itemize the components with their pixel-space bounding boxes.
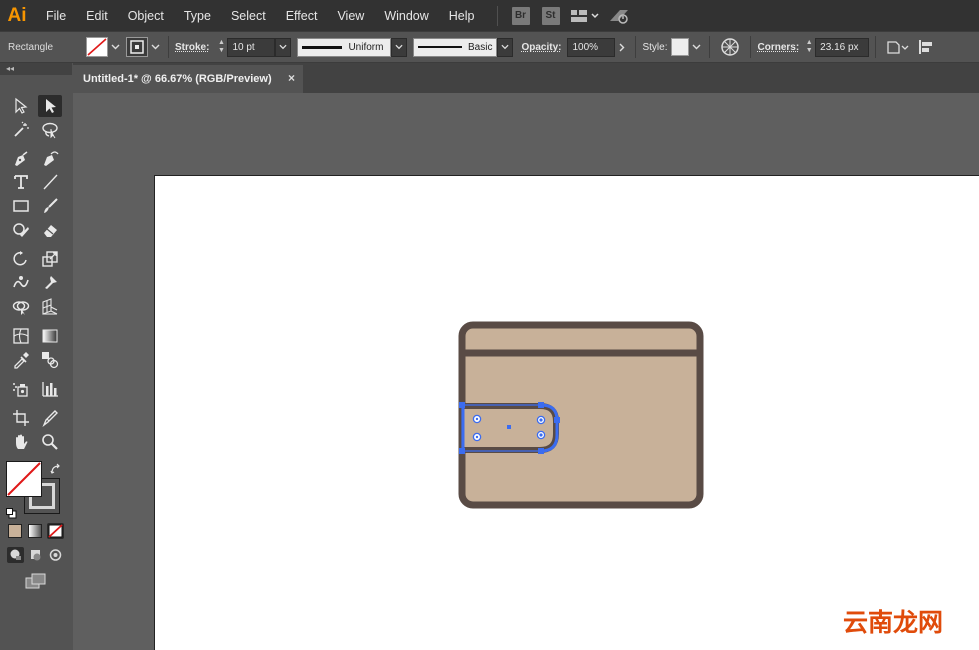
style-label: Style: bbox=[642, 41, 668, 53]
menu-file[interactable]: File bbox=[34, 9, 76, 23]
opacity-arrow-icon[interactable] bbox=[615, 37, 629, 57]
transform-icon[interactable] bbox=[886, 39, 910, 55]
stock-button[interactable]: St bbox=[541, 6, 560, 25]
screen-mode-icon[interactable] bbox=[24, 572, 48, 590]
control-divider bbox=[875, 36, 877, 58]
menu-window[interactable]: Window bbox=[374, 9, 438, 23]
gpu-performance-icon[interactable] bbox=[608, 7, 632, 25]
workspace-switcher-icon[interactable] bbox=[570, 9, 600, 23]
control-bar: Rectangle Stroke: ▲ ▼ 10 pt Uniform Basic… bbox=[0, 31, 979, 63]
line-segment-tool-icon[interactable] bbox=[38, 171, 62, 193]
control-divider bbox=[709, 36, 711, 58]
shaper-tool-icon[interactable] bbox=[9, 219, 33, 241]
app-logo: Ai bbox=[7, 4, 27, 26]
document-tab-bar: Untitled-1* @ 66.67% (RGB/Preview) × bbox=[73, 63, 979, 93]
pen-tool-icon[interactable] bbox=[9, 148, 33, 170]
slice-tool-icon[interactable] bbox=[38, 407, 62, 429]
shape-builder-tool-icon[interactable] bbox=[9, 296, 33, 318]
corners-spinner[interactable]: ▲ ▼ bbox=[803, 38, 815, 57]
default-fill-stroke-icon[interactable] bbox=[6, 504, 17, 519]
panel-collapse-icon[interactable]: ◂◂ bbox=[0, 63, 72, 75]
none-mode-button[interactable] bbox=[47, 523, 64, 539]
gradient-mode-button[interactable] bbox=[28, 524, 42, 538]
stroke-weight-spinner[interactable]: ▲ ▼ bbox=[215, 38, 227, 57]
artboard[interactable] bbox=[154, 175, 979, 650]
brush-dropdown[interactable] bbox=[497, 37, 514, 57]
warp-tool-icon[interactable] bbox=[9, 272, 33, 294]
paintbrush-tool-icon[interactable] bbox=[38, 195, 62, 217]
rotate-tool-icon[interactable] bbox=[9, 248, 33, 270]
style-dropdown-chevron-icon[interactable] bbox=[689, 37, 703, 57]
watermark-text: 云南龙网 bbox=[843, 608, 944, 637]
opacity-field[interactable]: 100% bbox=[567, 37, 616, 57]
brush-label: Basic bbox=[468, 41, 493, 53]
lasso-tool-icon[interactable] bbox=[38, 119, 62, 141]
menu-edit[interactable]: Edit bbox=[76, 9, 118, 23]
control-divider bbox=[635, 36, 637, 58]
corners-field[interactable]: 23.16 px bbox=[815, 37, 870, 57]
control-divider bbox=[750, 36, 752, 58]
menu-effect[interactable]: Effect bbox=[276, 9, 328, 23]
stroke-dropdown-chevron-icon[interactable] bbox=[148, 37, 162, 57]
bridge-button[interactable]: Br bbox=[511, 6, 530, 25]
gradient-tool-icon[interactable] bbox=[38, 325, 62, 347]
swap-fill-stroke-icon[interactable] bbox=[50, 460, 62, 474]
align-icon[interactable] bbox=[918, 39, 936, 55]
direct-selection-tool-icon[interactable] bbox=[38, 95, 62, 117]
curvature-tool-icon[interactable] bbox=[38, 148, 62, 170]
menu-separator bbox=[496, 5, 498, 26]
mesh-tool-icon[interactable] bbox=[9, 325, 33, 347]
menu-view[interactable]: View bbox=[327, 9, 374, 23]
blend-tool-icon[interactable] bbox=[38, 349, 62, 371]
control-divider bbox=[168, 36, 169, 58]
stroke-swatch[interactable] bbox=[126, 37, 148, 57]
draw-inside-icon[interactable] bbox=[47, 547, 64, 563]
symbol-sprayer-tool-icon[interactable] bbox=[9, 378, 33, 400]
stroke-label[interactable]: Stroke: bbox=[175, 42, 209, 53]
menu-object[interactable]: Object bbox=[118, 9, 174, 23]
puppet-warp-tool-icon[interactable] bbox=[38, 272, 62, 294]
type-tool-icon[interactable] bbox=[9, 171, 33, 193]
fill-color-box[interactable] bbox=[6, 461, 42, 497]
fill-swatch[interactable] bbox=[86, 37, 108, 57]
profile-dropdown[interactable] bbox=[391, 37, 408, 57]
eraser-tool-icon[interactable] bbox=[38, 219, 62, 241]
artboard-tool-icon[interactable] bbox=[9, 407, 33, 429]
document-tab-title: Untitled-1* @ 66.67% (RGB/Preview) bbox=[83, 73, 272, 85]
stroke-weight-field[interactable]: 10 pt bbox=[227, 37, 276, 57]
document-tab[interactable]: Untitled-1* @ 66.67% (RGB/Preview) × bbox=[73, 65, 303, 93]
column-graph-tool-icon[interactable] bbox=[38, 378, 62, 400]
rectangle-tool-icon[interactable] bbox=[9, 195, 33, 217]
close-icon[interactable]: × bbox=[288, 71, 295, 85]
fill-dropdown-chevron-icon[interactable] bbox=[108, 37, 122, 57]
profile-label: Uniform bbox=[348, 41, 384, 53]
opacity-label[interactable]: Opacity: bbox=[521, 42, 561, 53]
graphic-style-swatch[interactable] bbox=[671, 38, 690, 56]
tools-panel: ◂◂ bbox=[0, 63, 72, 650]
draw-behind-icon[interactable] bbox=[27, 547, 44, 563]
menu-type[interactable]: Type bbox=[174, 9, 221, 23]
selection-type-label: Rectangle bbox=[8, 41, 54, 53]
menu-select[interactable]: Select bbox=[221, 9, 276, 23]
perspective-grid-tool-icon[interactable] bbox=[38, 296, 62, 318]
magic-wand-tool-icon[interactable] bbox=[9, 119, 33, 141]
brush-definition[interactable]: Basic bbox=[413, 37, 498, 57]
hand-tool-icon[interactable] bbox=[9, 431, 33, 453]
corners-label[interactable]: Corners: bbox=[757, 42, 799, 53]
recolor-artwork-icon[interactable] bbox=[720, 37, 740, 57]
draw-normal-icon[interactable] bbox=[7, 547, 24, 563]
menu-bar: Ai File Edit Object Type Select Effect V… bbox=[0, 0, 979, 31]
zoom-tool-icon[interactable] bbox=[38, 431, 62, 453]
menu-help[interactable]: Help bbox=[439, 9, 485, 23]
eyedropper-tool-icon[interactable] bbox=[9, 349, 33, 371]
selection-tool-icon[interactable] bbox=[9, 95, 33, 117]
color-mode-button[interactable] bbox=[8, 524, 22, 538]
scale-tool-icon[interactable] bbox=[38, 248, 62, 270]
stroke-weight-dropdown[interactable] bbox=[275, 37, 292, 57]
variable-width-profile[interactable]: Uniform bbox=[297, 37, 392, 57]
